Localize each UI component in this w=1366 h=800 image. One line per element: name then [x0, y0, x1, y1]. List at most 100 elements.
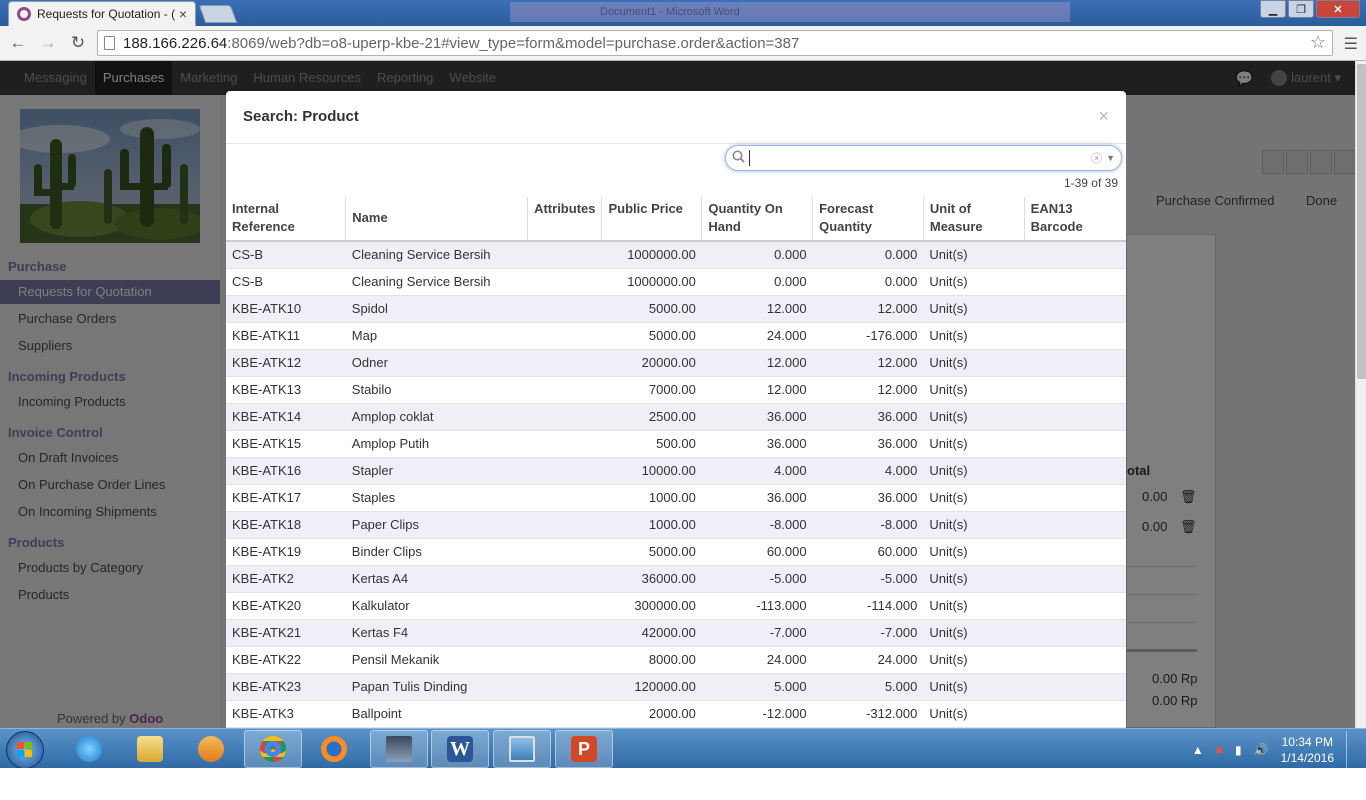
cell-public-price: 120000.00: [601, 673, 702, 701]
table-row[interactable]: KBE-ATK12 Odner 20000.00 12.000 12.000 Unit(s…: [226, 349, 1126, 377]
column-quantity-on-hand[interactable]: Quantity On Hand: [701, 197, 814, 242]
powerpoint-icon[interactable]: P: [555, 730, 613, 768]
column-forecast-quantity[interactable]: Forecast Quantity: [812, 197, 924, 242]
table-row[interactable]: KBE-ATK22 Pensil Mekanik 8000.00 24.000 24.0…: [226, 646, 1126, 674]
start-button[interactable]: [6, 731, 44, 769]
clock[interactable]: 10:34 PM 1/14/2016: [1281, 734, 1334, 766]
back-icon[interactable]: ←: [3, 33, 33, 53]
maximize-button[interactable]: ❐: [1288, 0, 1314, 18]
cell-internal-reference: KBE-ATK12: [226, 349, 346, 377]
table-row[interactable]: KBE-ATK23 Papan Tulis Dinding 120000.00 5.0…: [226, 673, 1126, 701]
cell-public-price: 8000.00: [601, 646, 702, 674]
word-icon[interactable]: W: [431, 730, 489, 768]
table-row[interactable]: KBE-ATK2 Kertas A4 36000.00 -5.000 -5.000 Uni…: [226, 565, 1126, 593]
table-row[interactable]: KBE-ATK14 Amplop coklat 2500.00 36.000 36.00…: [226, 403, 1126, 431]
show-hidden-icons-icon[interactable]: ▲: [1192, 743, 1204, 757]
search-input[interactable]: [749, 150, 1092, 166]
cell-public-price: 7000.00: [601, 376, 702, 404]
search-options-dropdown-icon[interactable]: ▼: [1106, 153, 1115, 163]
computer-app-icon[interactable]: [370, 730, 428, 768]
tab-close-icon[interactable]: ×: [179, 6, 187, 22]
new-tab-button[interactable]: [198, 5, 238, 23]
cell-unit-of-measure: Unit(s): [923, 673, 1025, 701]
firefox-icon[interactable]: [305, 730, 363, 768]
scrollbar-thumb[interactable]: [1357, 64, 1366, 379]
volume-icon[interactable]: 🔊: [1254, 743, 1269, 757]
browser-title-bar: Document1 - Microsoft Word Requests for …: [0, 0, 1366, 26]
table-row[interactable]: KBE-ATK20 Kalkulator 300000.00 -113.000 -114…: [226, 592, 1126, 620]
column-ean13-barcode[interactable]: EAN13 Barcode: [1024, 197, 1126, 242]
address-bar[interactable]: 188.166.226.64:8069/web?db=o8-uperp-kbe-…: [97, 30, 1333, 56]
cell-unit-of-measure: Unit(s): [923, 268, 1025, 296]
cell-forecast-quantity: 0.000: [812, 241, 924, 269]
table-row[interactable]: KBE-ATK18 Paper Clips 1000.00 -8.000 -8.000 U…: [226, 511, 1126, 539]
table-row[interactable]: CS-B Cleaning Service Bersih 1000000.00 0.0…: [226, 241, 1126, 269]
column-unit-of-measure[interactable]: Unit of Measure: [923, 197, 1025, 242]
cell-forecast-quantity: -176.000: [812, 322, 924, 350]
cell-ean13-barcode: [1024, 484, 1126, 512]
minimize-button[interactable]: ▁: [1260, 0, 1286, 18]
bookmark-star-icon[interactable]: ☆: [1310, 32, 1326, 53]
cell-public-price: 5000.00: [601, 322, 702, 350]
cell-name: Papan Tulis Dinding: [345, 673, 528, 701]
window-close-button[interactable]: ✕: [1316, 0, 1360, 18]
close-icon[interactable]: ×: [1098, 106, 1109, 127]
cell-quantity-on-hand: 12.000: [701, 376, 813, 404]
table-row[interactable]: KBE-ATK3 Ballpoint 2000.00 -12.000 -312.000 U…: [226, 700, 1126, 728]
chrome-icon[interactable]: [244, 730, 302, 768]
column-name[interactable]: Name: [345, 197, 529, 242]
column-attributes[interactable]: Attributes: [527, 197, 603, 242]
network-icon[interactable]: ▮: [1235, 743, 1242, 757]
cell-name: Map: [345, 322, 528, 350]
cell-ean13-barcode: [1024, 268, 1126, 296]
table-row[interactable]: KBE-ATK15 Amplop Putih 500.00 36.000 36.000 U…: [226, 430, 1126, 458]
pager-value[interactable]: 1-39 of 39: [1064, 176, 1118, 190]
media-player-icon[interactable]: [182, 730, 240, 768]
cell-ean13-barcode: [1024, 538, 1126, 566]
page-scrollbar[interactable]: [1355, 61, 1366, 728]
cell-name: Odner: [345, 349, 528, 377]
table-row[interactable]: KBE-ATK17 Staples 1000.00 36.000 36.000 Unit(…: [226, 484, 1126, 512]
clock-time: 10:34 PM: [1281, 735, 1333, 749]
cell-attributes: [527, 673, 602, 701]
table-row[interactable]: KBE-ATK13 Stabilo 7000.00 12.000 12.000 Unit(…: [226, 376, 1126, 404]
cell-quantity-on-hand: 36.000: [701, 430, 813, 458]
cell-public-price: 500.00: [601, 430, 702, 458]
product-table-body: CS-B Cleaning Service Bersih 1000000.00 0.0…: [226, 241, 1126, 728]
background-window-title: Document1 - Microsoft Word: [510, 2, 1070, 22]
reload-icon[interactable]: ↻: [63, 33, 93, 53]
cell-forecast-quantity: 4.000: [812, 457, 924, 485]
cell-unit-of-measure: Unit(s): [923, 619, 1025, 647]
table-row[interactable]: CS-B Cleaning Service Bersih 1000000.00 0.0…: [226, 268, 1126, 296]
column-internal-reference[interactable]: Internal Reference: [226, 197, 347, 242]
cell-unit-of-measure: Unit(s): [923, 538, 1025, 566]
table-row[interactable]: KBE-ATK21 Kertas F4 42000.00 -7.000 -7.000 Un…: [226, 619, 1126, 647]
cell-quantity-on-hand: 60.000: [701, 538, 813, 566]
cell-name: Pensil Mekanik: [345, 646, 528, 674]
browser-toolbar: ← → ↻ 188.166.226.64:8069/web?db=o8-uper…: [0, 26, 1366, 61]
cell-forecast-quantity: 12.000: [812, 295, 924, 323]
table-row[interactable]: KBE-ATK19 Binder Clips 5000.00 60.000 60.000…: [226, 538, 1126, 566]
clear-search-icon[interactable]: ⓧ: [1091, 150, 1102, 166]
cell-ean13-barcode: [1024, 511, 1126, 539]
photo-viewer-icon[interactable]: [493, 730, 551, 768]
windows-taskbar: W P ▲ ■ ▮ 🔊 10:34 PM 1/14/2016: [0, 728, 1366, 769]
cell-name: Kalkulator: [345, 592, 528, 620]
cell-unit-of-measure: Unit(s): [923, 376, 1025, 404]
forward-icon[interactable]: →: [33, 33, 63, 53]
table-row[interactable]: KBE-ATK10 Spidol 5000.00 12.000 12.000 Unit(s…: [226, 295, 1126, 323]
cell-internal-reference: KBE-ATK23: [226, 673, 346, 701]
table-row[interactable]: KBE-ATK16 Stapler 10000.00 4.000 4.000 Unit(s…: [226, 457, 1126, 485]
cell-quantity-on-hand: 4.000: [701, 457, 813, 485]
show-desktop-button[interactable]: [1346, 731, 1356, 769]
action-center-icon[interactable]: ■: [1216, 743, 1223, 757]
internet-explorer-icon[interactable]: [60, 730, 118, 768]
table-row[interactable]: KBE-ATK11 Map 5000.00 24.000 -176.000 Unit(s): [226, 322, 1126, 350]
column-public-price[interactable]: Public Price: [601, 197, 703, 242]
search-box[interactable]: ⓧ ▼: [725, 145, 1122, 171]
browser-tab[interactable]: Requests for Quotation - ( ×: [8, 1, 196, 26]
chrome-menu-icon[interactable]: ☰: [1344, 34, 1358, 54]
cell-unit-of-measure: Unit(s): [923, 241, 1025, 269]
cell-ean13-barcode: [1024, 295, 1126, 323]
file-explorer-icon[interactable]: [121, 730, 179, 768]
